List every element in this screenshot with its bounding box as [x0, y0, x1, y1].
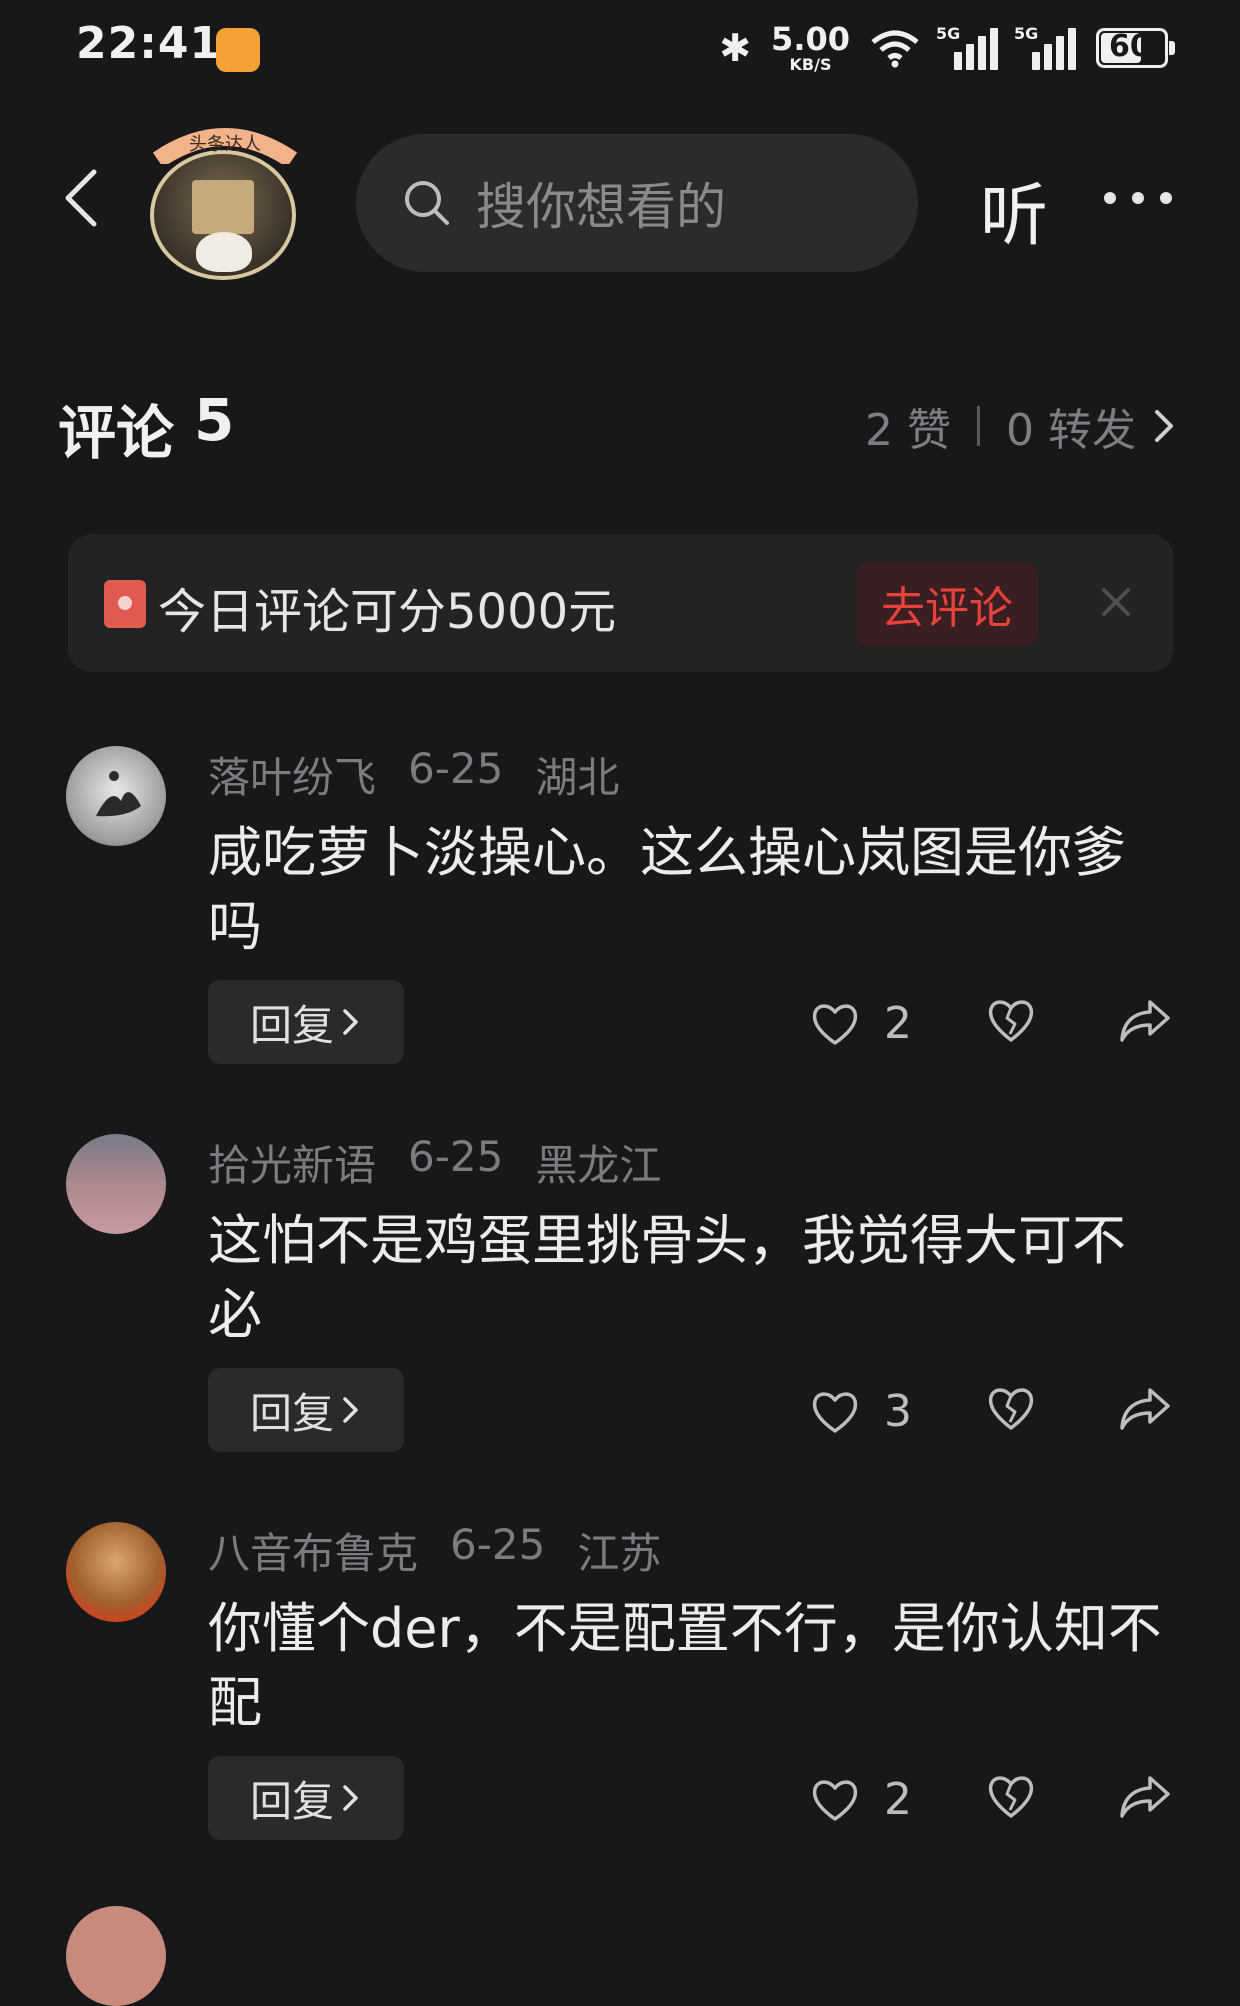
post-stats[interactable]: 2 赞 0 转发	[865, 394, 1176, 458]
network-speed-unit: KB/S	[789, 55, 832, 74]
close-icon[interactable]	[1100, 586, 1132, 618]
comment-meta: 八音布鲁克 6-25 江苏	[208, 1520, 661, 1581]
comment-username[interactable]: 落叶纷飞	[208, 744, 376, 805]
chevron-right-icon	[343, 1009, 358, 1035]
search-placeholder: 搜你想看的	[476, 178, 726, 236]
next-comment-avatar[interactable]	[66, 1906, 166, 2006]
reply-button[interactable]: 回复	[208, 980, 404, 1064]
search-icon	[405, 181, 449, 225]
status-time: 22:41	[76, 18, 222, 69]
reply-label: 回复	[249, 1000, 334, 1050]
like-button[interactable]: 2	[810, 1774, 912, 1825]
reply-label: 回复	[249, 1776, 334, 1826]
broken-heart-icon[interactable]	[986, 1772, 1036, 1820]
author-avatar[interactable]	[150, 150, 296, 280]
like-count: 3	[884, 1386, 912, 1437]
comments-title-label: 评论	[58, 399, 175, 467]
status-indicators: ✱ 5.00 KB/S 5G 5G 60	[719, 18, 1175, 78]
user-avatar[interactable]	[66, 1134, 166, 1234]
user-avatar[interactable]	[66, 746, 166, 846]
like-count: 2	[884, 998, 912, 1049]
heart-icon	[812, 1003, 858, 1045]
reply-button[interactable]: 回复	[208, 1368, 404, 1452]
battery-level: 60	[1109, 29, 1151, 64]
comment-text[interactable]: 你懂个der，不是配置不行，是你认知不配	[208, 1592, 1168, 1740]
signal-strength-1-icon: 5G	[936, 24, 998, 70]
search-bar[interactable]: 搜你想看的	[356, 134, 918, 272]
talent-badge: 头条达人	[152, 128, 298, 164]
comment-text[interactable]: 咸吃萝卜淡操心。这么操心岚图是你爹吗	[208, 816, 1168, 964]
like-button[interactable]: 3	[810, 1386, 912, 1437]
talent-badge-text: 头条达人	[189, 134, 261, 155]
share-icon[interactable]	[1118, 1386, 1172, 1432]
battery-icon: 60	[1096, 28, 1175, 68]
wifi-icon	[871, 30, 919, 68]
signal-tag-1: 5G	[936, 24, 961, 43]
banner-text: 今日评论可分5000元	[158, 584, 617, 640]
shares-count: 0 转发	[1006, 405, 1136, 456]
go-comment-button[interactable]: 去评论	[856, 562, 1038, 646]
likes-count: 2 赞	[865, 405, 952, 456]
comment-meta: 落叶纷飞 6-25 湖北	[208, 744, 619, 805]
broken-heart-icon[interactable]	[986, 1384, 1036, 1432]
reward-banner: 今日评论可分5000元 去评论	[68, 534, 1174, 672]
chevron-right-icon	[1155, 410, 1173, 442]
heart-icon	[812, 1391, 858, 1433]
share-icon[interactable]	[1118, 1774, 1172, 1820]
user-avatar[interactable]	[66, 1522, 166, 1622]
comment-text[interactable]: 这怕不是鸡蛋里挑骨头，我觉得大可不必	[208, 1204, 1168, 1352]
network-speed-value: 5.00	[771, 20, 850, 58]
network-speed: 5.00 KB/S	[771, 23, 850, 73]
reply-button[interactable]: 回复	[208, 1756, 404, 1840]
comment-username[interactable]: 八音布鲁克	[208, 1520, 418, 1581]
listen-button[interactable]: 听	[980, 160, 1048, 259]
back-arrow-icon[interactable]	[60, 168, 100, 228]
chevron-right-icon	[343, 1397, 358, 1423]
more-dots-icon[interactable]	[1104, 192, 1172, 204]
signal-strength-2-icon: 5G	[1014, 24, 1076, 70]
bluetooth-icon: ✱	[719, 26, 752, 70]
heart-icon	[812, 1779, 858, 1821]
comment-region: 江苏	[577, 1529, 662, 1578]
comment-meta: 拾光新语 6-25 黑龙江	[208, 1132, 661, 1193]
like-button[interactable]: 2	[810, 998, 912, 1049]
app-notification-icon	[216, 28, 260, 72]
red-envelope-icon	[104, 580, 146, 628]
comment-region: 黑龙江	[535, 1141, 662, 1190]
comment-date: 6-25	[408, 1132, 504, 1181]
like-count: 2	[884, 1774, 912, 1825]
comments-count: 5	[194, 386, 235, 454]
comment-date: 6-25	[408, 744, 504, 793]
broken-heart-icon[interactable]	[986, 996, 1036, 1044]
stats-divider	[977, 406, 981, 446]
comment-region: 湖北	[535, 753, 620, 802]
comment-date: 6-25	[450, 1520, 546, 1569]
chevron-right-icon	[343, 1785, 358, 1811]
share-icon[interactable]	[1118, 998, 1172, 1044]
comment-username[interactable]: 拾光新语	[208, 1132, 376, 1193]
comments-title: 评论 5	[58, 386, 234, 470]
signal-tag-2: 5G	[1014, 24, 1039, 43]
reply-label: 回复	[249, 1388, 334, 1438]
